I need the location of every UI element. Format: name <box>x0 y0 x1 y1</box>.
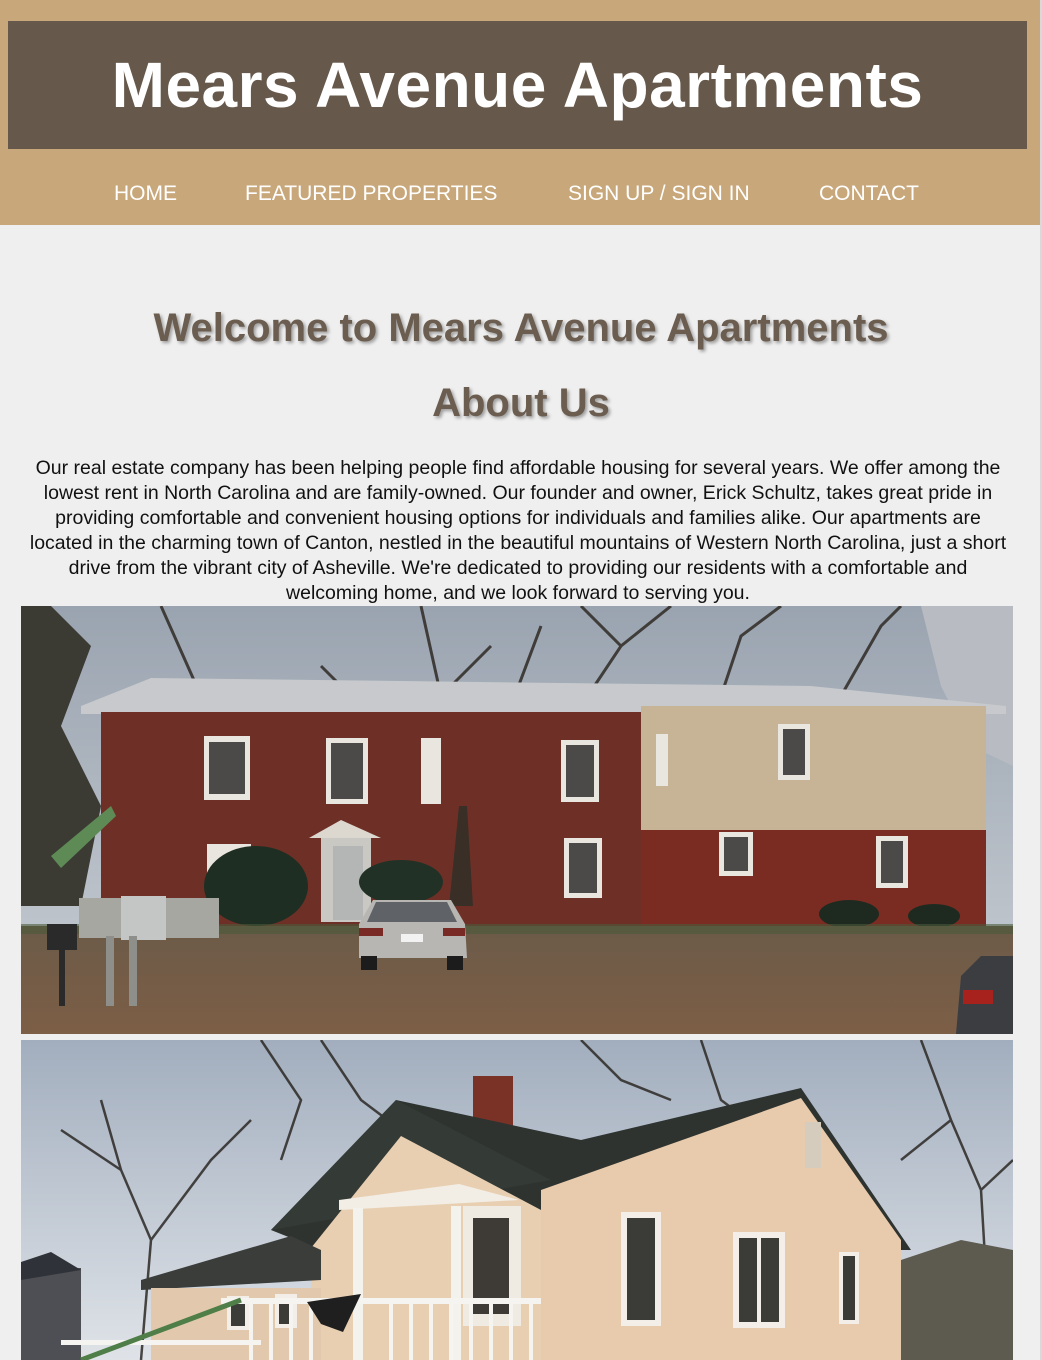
site-title: Mears Avenue Apartments <box>111 49 924 121</box>
welcome-heading: Welcome to Mears Avenue Apartments <box>153 306 889 350</box>
top-banner: Mears Avenue Apartments HOME FEATURED PR… <box>0 0 1042 225</box>
nav-sign-in-link[interactable]: SIGN UP / SIGN IN <box>568 182 750 206</box>
apartment-building-photo <box>21 606 1013 1034</box>
about-heading: About Us <box>432 381 610 425</box>
nav-home-link[interactable]: HOME <box>114 182 177 206</box>
house-photo <box>21 1040 1013 1360</box>
main-nav: HOME FEATURED PROPERTIES SIGN UP / SIGN … <box>0 174 1042 214</box>
nav-featured-properties-link[interactable]: FEATURED PROPERTIES <box>245 182 497 206</box>
site-header: Mears Avenue Apartments <box>8 21 1027 149</box>
about-paragraph: Our real estate company has been helping… <box>29 457 1007 604</box>
nav-contact-link[interactable]: CONTACT <box>819 182 919 206</box>
